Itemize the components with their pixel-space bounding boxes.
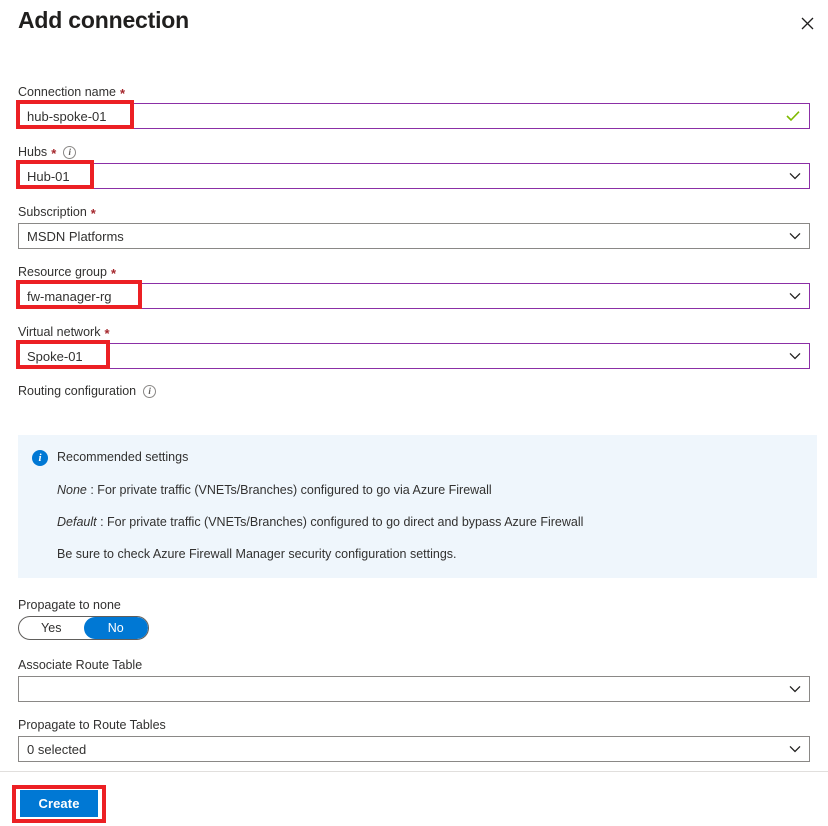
toggle-option-yes[interactable]: Yes [19,617,84,639]
label-routing-configuration-text: Routing configuration [18,383,136,399]
field-resource-group: Resource group * fw-manager-rg [18,264,810,309]
propagate-to-route-tables-dropdown[interactable]: 0 selected [18,736,810,762]
label-resource-group-text: Resource group [18,264,107,280]
label-associate-route-table: Associate Route Table [18,657,810,673]
label-subscription: Subscription * [18,204,810,220]
propagate-to-route-tables-value: 0 selected [19,742,809,757]
field-connection-name: Connection name * hub-spoke-01 [18,84,810,129]
recommended-settings-line-default: Default : For private traffic (VNETs/Bra… [57,514,801,530]
text-none: : For private traffic (VNETs/Branches) c… [87,483,492,497]
label-propagate-to-route-tables: Propagate to Route Tables [18,717,810,733]
hubs-dropdown[interactable]: Hub-01 [18,163,810,189]
page-title: Add connection [18,7,189,34]
label-resource-group: Resource group * [18,264,810,280]
required-marker: * [111,267,116,280]
chevron-down-icon [789,292,801,300]
field-associate-route-table: Associate Route Table [18,657,810,702]
recommended-settings-line-none: None : For private traffic (VNETs/Branch… [57,482,801,498]
recommended-settings-line-note: Be sure to check Azure Firewall Manager … [57,546,801,562]
info-icon[interactable]: i [63,146,76,159]
chevron-down-icon [789,172,801,180]
check-icon [786,111,800,122]
propagate-to-none-toggle[interactable]: Yes No [18,616,149,640]
field-propagate-to-none: Propagate to none Yes No [18,597,810,640]
create-button[interactable]: Create [20,790,98,817]
term-none: None [57,483,87,497]
chevron-down-icon [789,232,801,240]
recommended-settings-panel: i Recommended settings None : For privat… [18,435,817,578]
field-subscription: Subscription * MSDN Platforms [18,204,810,249]
field-virtual-network: Virtual network * Spoke-01 [18,324,810,369]
close-icon[interactable] [792,8,822,38]
blade-header: Add connection [0,0,828,52]
label-hubs: Hubs * i [18,144,810,160]
toggle-option-no[interactable]: No [84,617,149,639]
label-connection-name: Connection name * [18,84,810,100]
close-glyph [801,17,814,30]
label-virtual-network-text: Virtual network [18,324,100,340]
footer-divider [0,771,828,772]
chevron-down-icon [789,685,801,693]
required-marker: * [51,147,56,160]
virtual-network-value: Spoke-01 [19,349,809,364]
required-marker: * [91,207,96,220]
subscription-dropdown[interactable]: MSDN Platforms [18,223,810,249]
text-default: : For private traffic (VNETs/Branches) c… [97,515,584,529]
recommended-settings-title: Recommended settings [57,449,188,465]
hubs-value: Hub-01 [19,169,809,184]
label-hubs-text: Hubs [18,144,47,160]
field-propagate-to-route-tables: Propagate to Route Tables 0 selected [18,717,810,762]
chevron-down-icon [789,745,801,753]
connection-name-input[interactable]: hub-spoke-01 [18,103,810,129]
resource-group-value: fw-manager-rg [19,289,809,304]
info-icon: i [32,450,48,466]
subscription-value: MSDN Platforms [19,229,809,244]
label-propagate-to-none: Propagate to none [18,597,810,613]
label-connection-name-text: Connection name [18,84,116,100]
recommended-settings-body: None : For private traffic (VNETs/Branch… [57,482,801,562]
label-routing-configuration: Routing configuration i [18,383,810,399]
label-virtual-network: Virtual network * [18,324,810,340]
associate-route-table-dropdown[interactable] [18,676,810,702]
required-marker: * [104,327,109,340]
field-routing-configuration: Routing configuration i [18,383,810,402]
recommended-settings-header: i Recommended settings [32,449,801,466]
add-connection-blade: Add connection Connection name * hub-spo… [0,0,828,826]
label-subscription-text: Subscription [18,204,87,220]
connection-name-value: hub-spoke-01 [19,109,809,124]
field-hubs: Hubs * i Hub-01 [18,144,810,189]
term-default: Default [57,515,97,529]
info-icon[interactable]: i [143,385,156,398]
resource-group-dropdown[interactable]: fw-manager-rg [18,283,810,309]
chevron-down-icon [789,352,801,360]
virtual-network-dropdown[interactable]: Spoke-01 [18,343,810,369]
required-marker: * [120,87,125,100]
